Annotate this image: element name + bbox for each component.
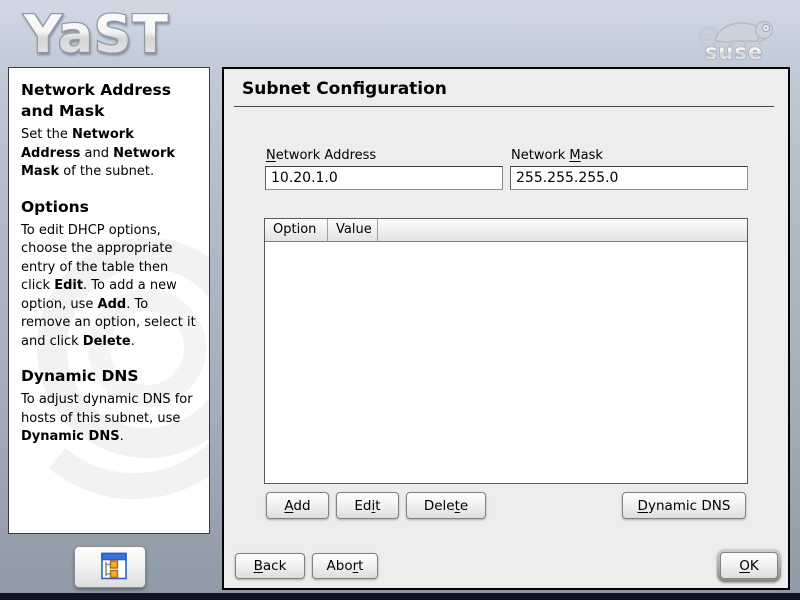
- back-button[interactable]: Back: [235, 553, 305, 579]
- banner: YaST suse: [0, 0, 800, 64]
- add-button[interactable]: Add: [266, 492, 329, 519]
- delete-button[interactable]: Delete: [406, 492, 486, 519]
- yast-logo: YaST: [22, 4, 169, 64]
- help-heading: Network Address and Mask: [21, 81, 172, 120]
- ok-button-default-frame: OK: [717, 549, 781, 582]
- main-panel: Subnet Configuration Network Address Net…: [222, 67, 790, 590]
- column-header-option[interactable]: Option: [265, 219, 328, 241]
- yast-window: YaST suse Network Address and Mask Set t…: [0, 0, 800, 600]
- ok-button[interactable]: OK: [720, 552, 778, 579]
- network-address-input[interactable]: [265, 166, 503, 190]
- suse-gecko-logo: suse: [697, 20, 774, 62]
- help-section-options: Options To edit DHCP options, choose the…: [21, 197, 197, 352]
- help-heading: Options: [21, 197, 89, 216]
- help-text: To adjust dynamic DNS for hosts of this …: [21, 392, 193, 444]
- column-header-filler: [378, 219, 747, 241]
- help-text: Set the Network Address and Network Mask…: [21, 127, 176, 179]
- column-header-value[interactable]: Value: [328, 219, 378, 241]
- help-section-network-address: Network Address and Mask Set the Network…: [21, 80, 197, 182]
- dynamic-dns-button[interactable]: Dynamic DNS: [622, 492, 746, 519]
- options-table[interactable]: Option Value: [264, 218, 748, 484]
- yast-logo-text: YaST: [23, 5, 169, 64]
- page-title: Subnet Configuration: [242, 79, 447, 99]
- abort-button[interactable]: Abort: [312, 553, 378, 579]
- network-address-label: Network Address: [266, 148, 377, 163]
- bottom-edge-strip: [0, 593, 800, 600]
- tree-view-icon: [101, 552, 127, 580]
- network-mask-input[interactable]: [510, 166, 748, 190]
- suse-logo-text: suse: [705, 40, 763, 62]
- help-heading: Dynamic DNS: [21, 367, 139, 385]
- help-panel: Network Address and Mask Set the Network…: [8, 67, 210, 534]
- edit-button[interactable]: Edit: [336, 492, 399, 519]
- network-mask-label: Network Mask: [511, 148, 603, 163]
- options-table-header: Option Value: [265, 219, 747, 242]
- options-table-body[interactable]: [265, 242, 747, 483]
- help-text: To edit DHCP options, choose the appropr…: [21, 222, 196, 349]
- help-section-dynamic-dns: Dynamic DNS To adjust dynamic DNS for ho…: [21, 366, 197, 447]
- tree-view-button[interactable]: [74, 546, 146, 588]
- title-divider: [234, 106, 774, 107]
